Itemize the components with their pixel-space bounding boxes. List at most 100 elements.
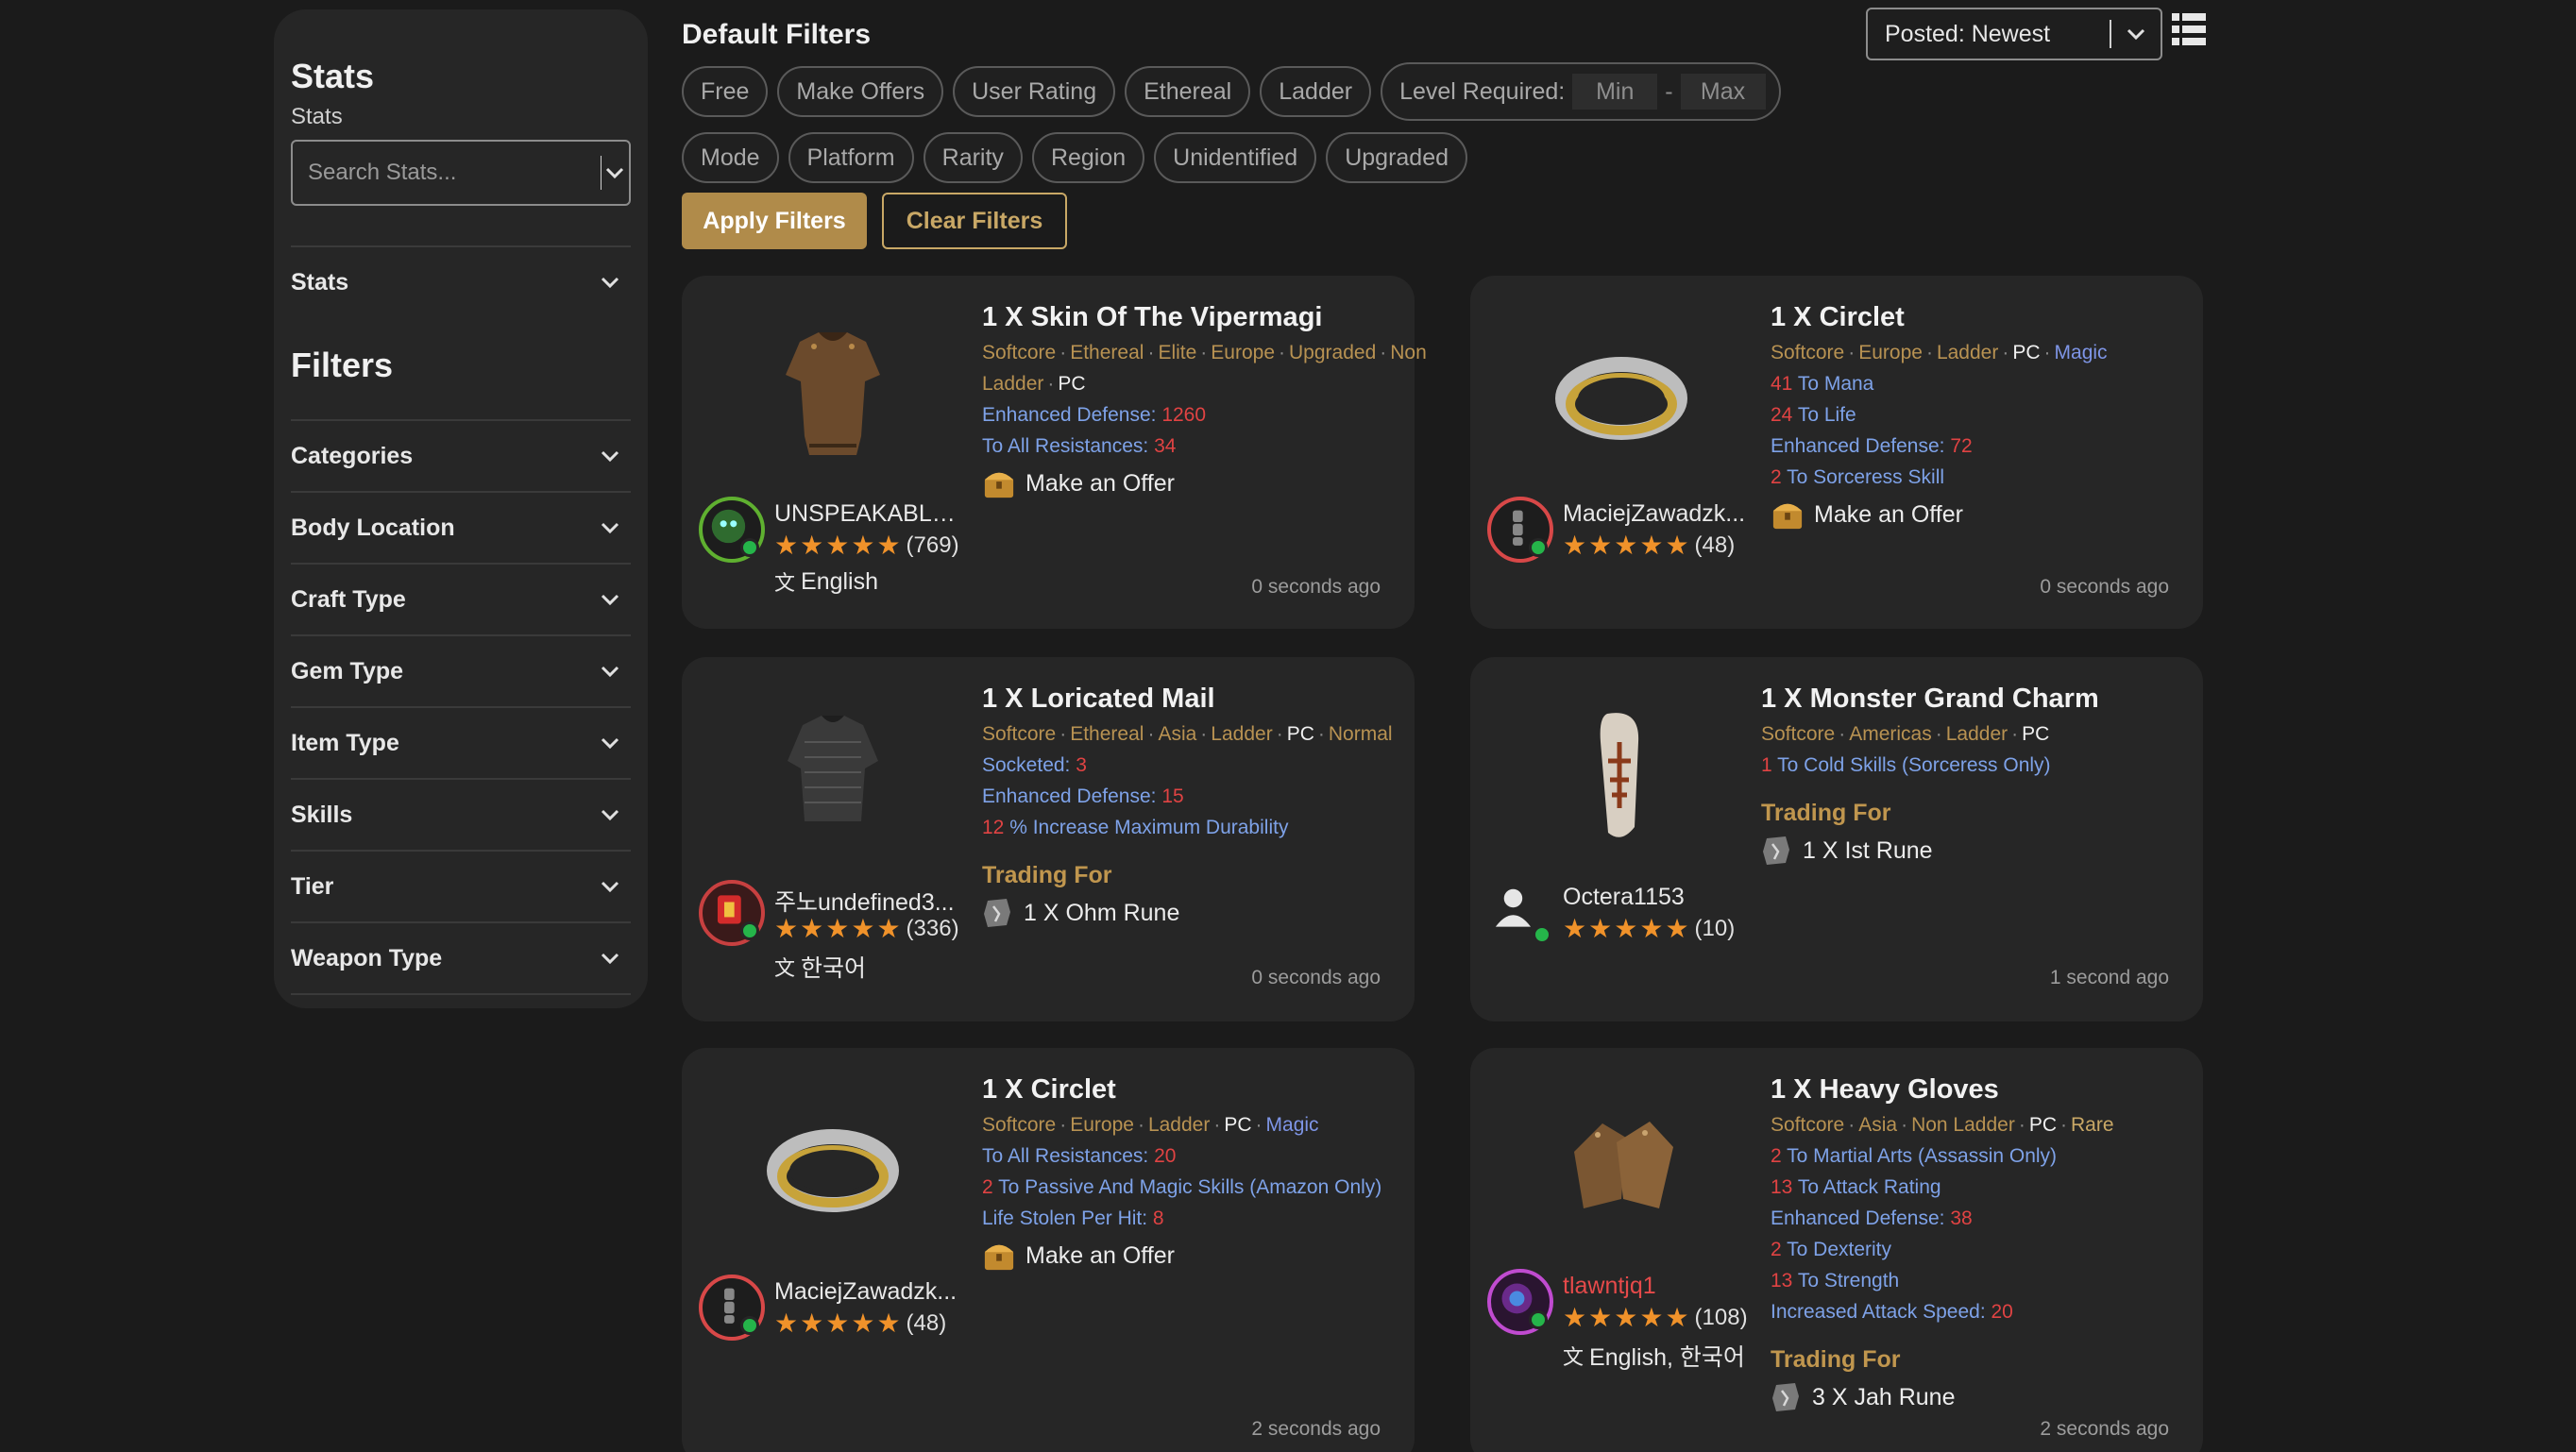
star-icon: ★ [1639, 914, 1664, 943]
seller-name[interactable]: tlawntjq1 [1563, 1273, 1752, 1300]
item-stat: 41 To Mana [1771, 373, 1874, 395]
listing-card[interactable]: Octera1153 ★ ★ ★ ★ ★ (10) 1 X Monster Grand C… [1470, 657, 2203, 1021]
accordion-gem-type[interactable]: Gem Type [291, 634, 631, 706]
item-tag: Europe [1211, 342, 1276, 363]
seller-rating: ★ ★ ★ ★ ★ (769) [774, 532, 959, 559]
accordion-label: Stats [291, 268, 349, 295]
avatar[interactable] [1487, 880, 1553, 946]
seller-name[interactable]: UNSPEAKABLE... [774, 500, 963, 528]
item-tag: Ladder [1147, 1114, 1211, 1136]
avatar[interactable] [1487, 497, 1553, 563]
star-icon: ★ [1665, 914, 1689, 943]
filter-chip-upgraded[interactable]: Upgraded [1326, 132, 1468, 183]
accordion-body-location[interactable]: Body Location [291, 491, 631, 563]
seller-name[interactable]: MaciejZawadzk... [1563, 500, 1752, 528]
chevron-down-icon [601, 881, 619, 893]
item-stat: 24 To Life [1771, 404, 1856, 426]
filter-chip-mode[interactable]: Mode [682, 132, 779, 183]
filter-chips-row-2: Mode Platform Rarity Region Unidentified Upgr… [682, 132, 1468, 183]
item-tag: Magic [1265, 1114, 1319, 1136]
accordion-label: Item Type [291, 729, 399, 756]
item-tag: Magic [2054, 342, 2108, 363]
item-stat: To All Resistances: 20 [982, 1145, 1177, 1167]
avatar[interactable] [1487, 1269, 1553, 1335]
accordion-craft-type[interactable]: Craft Type [291, 563, 631, 634]
sort-select[interactable]: Posted: Newest [1866, 8, 2162, 60]
accordion-skills[interactable]: Skills [291, 778, 631, 850]
item-tag: Asia [1858, 1114, 1898, 1136]
accordion-categories[interactable]: Categories [291, 419, 631, 491]
stats-search-input[interactable] [308, 160, 601, 186]
avatar[interactable] [699, 497, 765, 563]
make-offer-button[interactable]: Make an Offer [1771, 498, 2195, 531]
item-title[interactable]: 1 X Circlet [982, 1074, 1407, 1106]
seller-name[interactable]: Octera1153 [1563, 884, 1752, 911]
filter-chip-region[interactable]: Region [1031, 132, 1145, 183]
star-icon: ★ [876, 531, 901, 560]
item-tag: Rare [2071, 1114, 2114, 1136]
listing-card[interactable]: tlawntjq1 ★ ★ ★ ★ ★ (108) 文 English, 한국어 1 X … [1470, 1048, 2203, 1452]
posted-time: 2 seconds ago [2040, 1418, 2169, 1440]
translate-icon: 文 [1563, 1345, 1585, 1369]
level-required-label: Level Required: [1399, 77, 1566, 105]
item-tag: Softcore [982, 342, 1057, 363]
star-icon: ★ [800, 531, 824, 560]
level-max-input[interactable] [1680, 74, 1766, 110]
chevron-down-icon [601, 522, 619, 534]
filter-chip-make-offers[interactable]: Make Offers [777, 66, 944, 117]
filter-chip-free[interactable]: Free [682, 66, 769, 117]
tag-separator: · [1380, 342, 1387, 363]
apply-filters-button[interactable]: Apply Filters [682, 193, 867, 249]
filter-chip-ethereal[interactable]: Ethereal [1125, 66, 1251, 117]
make-offer-button[interactable]: Make an Offer [982, 467, 1407, 499]
seller-name[interactable]: MaciejZawadzk... [774, 1278, 963, 1306]
level-min-input[interactable] [1572, 74, 1658, 110]
trade-item: 1 X Ohm Rune [982, 897, 1407, 929]
accordion-tier[interactable]: Tier [291, 850, 631, 921]
item-title[interactable]: 1 X Skin Of The Vipermagi [982, 302, 1407, 333]
filters-heading: Filters [291, 346, 394, 384]
star-icon: ★ [825, 1308, 850, 1338]
filter-chip-user-rating[interactable]: User Rating [953, 66, 1116, 117]
avatar[interactable] [699, 1275, 765, 1341]
item-tag: Ladder [1945, 723, 2008, 745]
star-icon: ★ [774, 1308, 799, 1338]
listing-card[interactable]: UNSPEAKABLE... ★ ★ ★ ★ ★ (769) 文 English 1 X … [682, 276, 1427, 629]
avatar[interactable] [699, 880, 765, 946]
trading-for-label: Trading For [1761, 800, 1891, 826]
tag-separator: · [1848, 342, 1856, 363]
item-title[interactable]: 1 X Circlet [1771, 302, 2195, 333]
chevron-down-icon [601, 737, 619, 750]
accordion-stats[interactable]: Stats [291, 245, 631, 317]
make-offer-button[interactable]: Make an Offer [982, 1240, 1407, 1272]
item-tag: Americas [1849, 723, 1932, 745]
tag-separator: · [1200, 723, 1208, 745]
chevron-down-icon [601, 666, 619, 678]
item-title[interactable]: 1 X Monster Grand Charm [1761, 684, 2186, 715]
listing-card[interactable]: 주노undefined3... ★ ★ ★ ★ ★ (336) 文 한국어 1 X Lor… [682, 657, 1415, 1021]
item-tag: Ladder [1936, 342, 1999, 363]
item-tags: Softcore · Ethereal · Elite · Europe · Upgraded ·… [982, 337, 1427, 399]
listing-card[interactable]: MaciejZawadzk... ★ ★ ★ ★ ★ (48) 1 X Circlet S… [682, 1048, 1415, 1452]
filter-chip-ladder[interactable]: Ladder [1260, 66, 1372, 117]
seller-rating: ★ ★ ★ ★ ★ (108) [1563, 1305, 1748, 1331]
clear-filters-button[interactable]: Clear Filters [882, 193, 1067, 249]
level-range-dash: - [1665, 77, 1673, 105]
item-title[interactable]: 1 X Loricated Mail [982, 684, 1407, 715]
stats-search-select[interactable] [291, 140, 631, 206]
accordion-item-type[interactable]: Item Type [291, 706, 631, 778]
filter-chip-unidentified[interactable]: Unidentified [1154, 132, 1317, 183]
filter-chip-platform[interactable]: Platform [788, 132, 914, 183]
star-icon: ★ [800, 1308, 824, 1338]
star-icon: ★ [1588, 531, 1613, 560]
star-icon: ★ [1614, 914, 1638, 943]
list-view-icon[interactable] [2172, 13, 2206, 45]
listing-card[interactable]: MaciejZawadzk... ★ ★ ★ ★ ★ (48) 1 X Circlet S… [1470, 276, 2203, 629]
filter-chip-rarity[interactable]: Rarity [923, 132, 1023, 183]
item-tag: Ladder [1211, 723, 1273, 745]
chevron-down-icon[interactable] [602, 142, 629, 204]
accordion-weapon-type[interactable]: Weapon Type [291, 921, 631, 993]
item-title[interactable]: 1 X Heavy Gloves [1771, 1074, 2195, 1106]
charm-thumbnail [1600, 713, 1639, 837]
seller-name[interactable]: 주노undefined3... [774, 884, 963, 918]
